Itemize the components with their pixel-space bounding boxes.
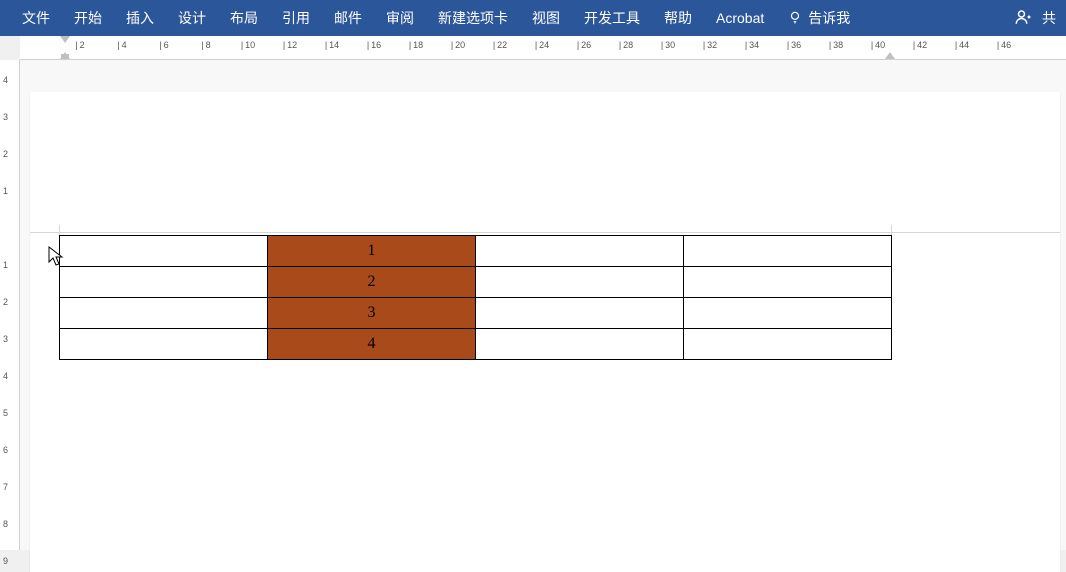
table-cell[interactable]: 2 <box>268 267 476 298</box>
table-cell[interactable] <box>60 267 268 298</box>
document-page[interactable]: 1234 <box>30 92 1060 572</box>
table-cell[interactable] <box>476 329 684 360</box>
table-row[interactable]: 3 <box>60 298 892 329</box>
tell-me-search[interactable]: 告诉我 <box>776 8 862 28</box>
ruler-v-tick: 3 <box>3 334 8 344</box>
tab-review[interactable]: 审阅 <box>374 0 426 36</box>
tell-me-label: 告诉我 <box>808 8 850 28</box>
ruler-v-tick: 1 <box>3 260 8 270</box>
table-cell[interactable] <box>684 236 892 267</box>
tab-references[interactable]: 引用 <box>270 0 322 36</box>
table-row[interactable]: 4 <box>60 329 892 360</box>
tab-design[interactable]: 设计 <box>166 0 218 36</box>
work-area: 4321123456789 1234 <box>0 60 1066 550</box>
ruler-left-indent[interactable] <box>61 54 69 59</box>
table-cell[interactable] <box>684 298 892 329</box>
tab-acrobat[interactable]: Acrobat <box>704 0 776 36</box>
ruler-v-tick: 5 <box>3 408 8 418</box>
user-icon[interactable] <box>1014 8 1032 29</box>
ruler-tick: 12 <box>283 40 297 50</box>
ruler-tick: 6 <box>159 40 168 50</box>
ruler-tick: 36 <box>787 40 801 50</box>
ruler-tick: 44 <box>955 40 969 50</box>
ruler-v-tick: 3 <box>3 112 8 122</box>
horizontal-ruler[interactable]: 2468101214161820222426283032343638404244… <box>20 36 1066 60</box>
lightbulb-icon <box>788 10 802 27</box>
table-cell[interactable]: 1 <box>268 236 476 267</box>
ruler-v-tick: 8 <box>3 519 8 529</box>
ruler-tick: 4 <box>117 40 126 50</box>
ruler-v-tick: 1 <box>3 186 8 196</box>
ruler-tick: 16 <box>367 40 381 50</box>
ruler-v-tick: 2 <box>3 297 8 307</box>
table-cell[interactable] <box>476 298 684 329</box>
ruler-tick: 26 <box>577 40 591 50</box>
ruler-first-line-indent[interactable] <box>60 36 70 43</box>
ruler-tick: 8 <box>201 40 210 50</box>
ruler-v-tick: 4 <box>3 75 8 85</box>
table-cell[interactable] <box>476 267 684 298</box>
page-container: 1234 <box>20 60 1060 550</box>
ruler-v-tick: 4 <box>3 371 8 381</box>
ruler-tick: 38 <box>829 40 843 50</box>
ruler-tick: 30 <box>661 40 675 50</box>
tab-file[interactable]: 文件 <box>10 0 62 36</box>
ruler-v-tick: 9 <box>3 556 8 566</box>
tab-help[interactable]: 帮助 <box>652 0 704 36</box>
ruler-right-indent[interactable] <box>885 52 895 59</box>
ruler-tick: 34 <box>745 40 759 50</box>
share-label[interactable]: 共 <box>1042 8 1056 28</box>
ribbon-menu: 文件 开始 插入 设计 布局 引用 邮件 审阅 新建选项卡 视图 开发工具 帮助… <box>0 0 1066 36</box>
ruler-tick: 10 <box>241 40 255 50</box>
ruler-tick: 40 <box>871 40 885 50</box>
ruler-tick: 42 <box>913 40 927 50</box>
tab-developer[interactable]: 开发工具 <box>572 0 652 36</box>
document-table[interactable]: 1234 <box>59 235 892 360</box>
table-row[interactable]: 2 <box>60 267 892 298</box>
margin-guide-top <box>30 232 1060 233</box>
table-row[interactable]: 1 <box>60 236 892 267</box>
tab-mail[interactable]: 邮件 <box>322 0 374 36</box>
ruler-tick: 14 <box>325 40 339 50</box>
vertical-ruler[interactable]: 4321123456789 <box>0 60 20 550</box>
tab-view[interactable]: 视图 <box>520 0 572 36</box>
ruler-tick: 18 <box>409 40 423 50</box>
table-cell[interactable] <box>60 298 268 329</box>
ruler-tick: 2 <box>75 40 84 50</box>
table-cell[interactable] <box>476 236 684 267</box>
tab-insert[interactable]: 插入 <box>114 0 166 36</box>
tab-home[interactable]: 开始 <box>62 0 114 36</box>
ruler-tick: 28 <box>619 40 633 50</box>
ruler-v-tick: 2 <box>3 149 8 159</box>
table-cell[interactable] <box>60 236 268 267</box>
ruler-tick: 24 <box>535 40 549 50</box>
ruler-tick: 46 <box>997 40 1011 50</box>
tab-new[interactable]: 新建选项卡 <box>426 0 520 36</box>
table-cell[interactable] <box>684 329 892 360</box>
ruler-tick: 22 <box>493 40 507 50</box>
table-cell[interactable] <box>60 329 268 360</box>
table-cell[interactable]: 4 <box>268 329 476 360</box>
table-cell[interactable] <box>684 267 892 298</box>
ruler-v-tick: 6 <box>3 445 8 455</box>
ribbon-right: 共 <box>1014 8 1066 29</box>
ruler-tick: 32 <box>703 40 717 50</box>
ruler-v-tick: 7 <box>3 482 8 492</box>
ruler-tick: 20 <box>451 40 465 50</box>
tab-layout[interactable]: 布局 <box>218 0 270 36</box>
table-cell[interactable]: 3 <box>268 298 476 329</box>
